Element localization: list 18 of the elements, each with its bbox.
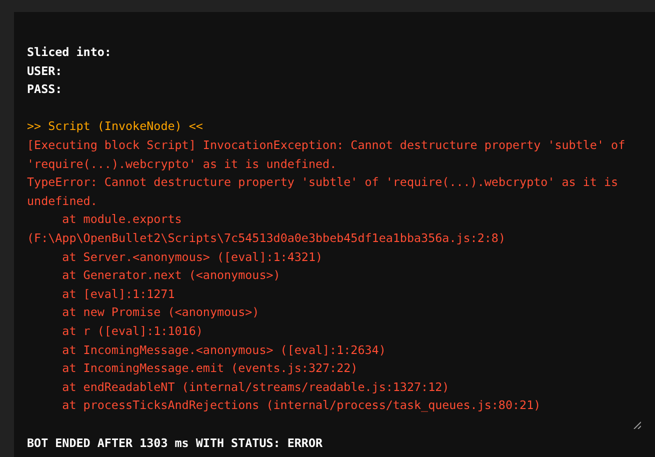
stack-trace-line: at Generator.next (<anonymous>)	[61, 267, 282, 284]
stack-trace-line: at Server.<anonymous> ([eval]:1:4321)	[61, 248, 324, 266]
log-line: PASS:	[27, 81, 64, 98]
error-message: TypeError: Cannot destructure property 'subtle' of 'require(...).webcrypto' as it is undefined.	[27, 174, 620, 210]
stack-trace-line: at new Promise (<anonymous>)	[61, 304, 260, 322]
stack-trace-line: at IncomingMessage.emit (events.js:327:22)	[61, 360, 359, 378]
status-text: BOT ENDED AFTER 1303 ms WITH STATUS: ERROR	[27, 435, 324, 452]
stack-trace-line: at module.exports (F:\App\OpenBullet2\Scripts\7c54513d0a0e3bbeb45df1ea1bba356a.js:2:8)	[27, 211, 506, 247]
stack-trace-line: at endReadableNT (internal/streams/readable.js:1327:12)	[61, 378, 450, 396]
error-message: [Executing block Script] InvocationException: Cannot destructure property 'subtle' of 'require(...).webcrypto' as it is undefined.	[27, 136, 626, 173]
stack-trace-line: at IncomingMessage.<anonymous> ([eval]:1:2634)	[61, 342, 387, 358]
log-line: USER:	[27, 62, 64, 80]
stack-trace-line: at [eval]:1:1271	[61, 286, 176, 303]
log-line: Sliced into:	[27, 44, 112, 61]
stack-trace-line: at processTicksAndRejections (internal/process/task_queues.js:80:21)	[61, 397, 542, 414]
log-header: >> Script (InvokeNode) <<	[27, 118, 204, 136]
stack-trace-line: at r ([eval]:1:1016)	[61, 322, 204, 340]
resize-grip-icon[interactable]	[633, 421, 641, 429]
